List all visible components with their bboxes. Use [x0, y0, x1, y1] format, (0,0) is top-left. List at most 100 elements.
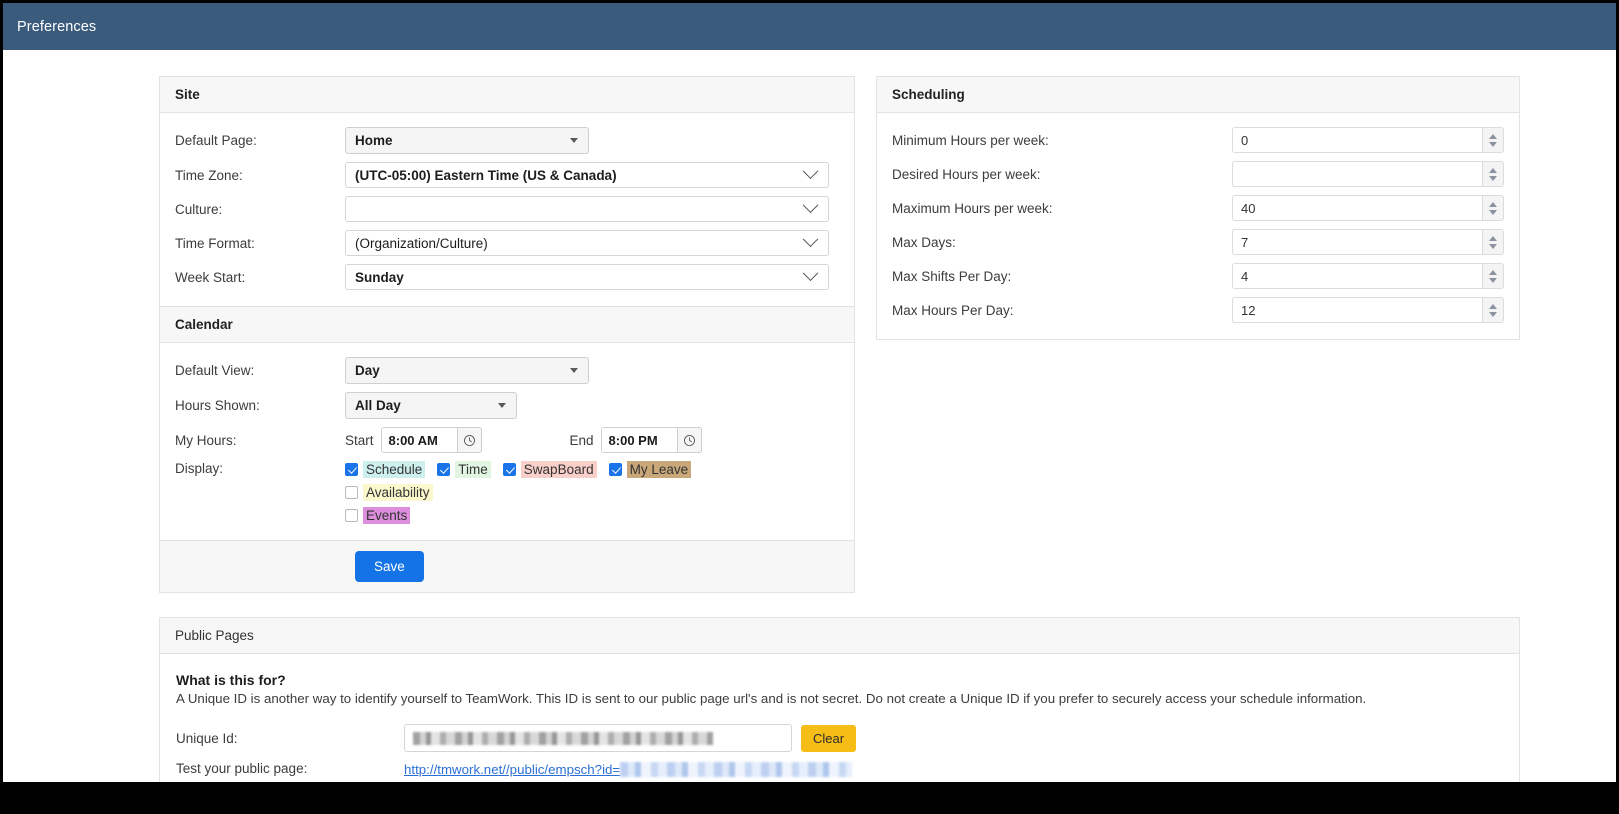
time-zone-select[interactable]: (UTC-05:00) Eastern Time (US & Canada): [345, 162, 829, 188]
display-option-availability[interactable]: Availability: [345, 484, 433, 501]
arrow-up-icon[interactable]: [1489, 235, 1497, 241]
display-option-label: Time: [455, 461, 491, 478]
redacted-unique-id: [413, 731, 713, 745]
save-button[interactable]: Save: [355, 551, 424, 582]
hours-shown-select[interactable]: All Day: [345, 392, 517, 419]
scheduling-panel-body: Minimum Hours per week: Desired Hours per…: [877, 113, 1519, 339]
hours-shown-value: All Day: [355, 398, 401, 413]
checkbox-icon[interactable]: [345, 486, 358, 499]
field-my-hours: My Hours: Start 8:00 AM End 8:00 PM: [175, 427, 839, 453]
number-stepper[interactable]: [1232, 229, 1504, 255]
unique-id-input[interactable]: [404, 724, 792, 752]
test-public-page-label: Test your public page:: [176, 761, 308, 776]
stepper-buttons[interactable]: [1482, 195, 1504, 221]
time-zone-value: (UTC-05:00) Eastern Time (US & Canada): [355, 167, 617, 183]
scheduling-input[interactable]: [1232, 297, 1482, 323]
time-format-select[interactable]: (Organization/Culture): [345, 230, 829, 256]
unique-id-label: Unique Id:: [176, 730, 238, 746]
start-time-label: Start: [345, 432, 374, 448]
stepper-buttons[interactable]: [1482, 263, 1504, 289]
scheduling-row: Max Shifts Per Day:: [892, 263, 1504, 289]
stepper-buttons[interactable]: [1482, 161, 1504, 187]
default-page-label: Default Page:: [175, 133, 257, 148]
scheduling-panel-heading: Scheduling: [877, 77, 1519, 113]
culture-select[interactable]: [345, 196, 829, 222]
default-view-select[interactable]: Day: [345, 357, 589, 384]
chevron-down-icon: [570, 138, 578, 143]
number-stepper[interactable]: [1232, 161, 1504, 187]
scheduling-label: Max Days:: [892, 234, 956, 250]
number-stepper[interactable]: [1232, 195, 1504, 221]
stepper-buttons[interactable]: [1482, 229, 1504, 255]
number-stepper[interactable]: [1232, 263, 1504, 289]
field-week-start: Week Start: Sunday: [175, 264, 839, 290]
arrow-down-icon[interactable]: [1489, 209, 1497, 215]
arrow-up-icon[interactable]: [1489, 133, 1497, 139]
clear-button[interactable]: Clear: [801, 724, 857, 752]
chevron-down-icon: [570, 368, 578, 373]
chevron-down-icon: [802, 230, 819, 247]
redacted-public-page-id: [620, 762, 853, 777]
start-time-input[interactable]: [380, 427, 457, 453]
site-panel-heading: Site: [160, 77, 854, 113]
number-stepper[interactable]: [1232, 127, 1504, 153]
arrow-up-icon[interactable]: [1489, 303, 1497, 309]
stepper-buttons[interactable]: [1482, 127, 1504, 153]
public-pages-wrap: Public Pages What is this for? A Unique …: [3, 617, 1616, 782]
display-option-events[interactable]: Events: [345, 507, 763, 524]
arrow-up-icon[interactable]: [1489, 167, 1497, 173]
scheduling-input[interactable]: [1232, 127, 1482, 153]
scheduling-row: Max Hours Per Day:: [892, 297, 1504, 323]
number-stepper[interactable]: [1232, 297, 1504, 323]
checkbox-icon[interactable]: [345, 463, 358, 476]
arrow-up-icon[interactable]: [1489, 269, 1497, 275]
left-column: Site Default Page: Home Time Zone: (UTC-…: [159, 76, 855, 593]
public-pages-heading: Public Pages: [160, 618, 1519, 654]
default-view-value: Day: [355, 363, 380, 378]
display-label: Display:: [175, 461, 224, 476]
display-option-time[interactable]: Time: [437, 461, 491, 478]
clock-icon[interactable]: [676, 427, 702, 453]
scheduling-input[interactable]: [1232, 229, 1482, 255]
my-hours-label: My Hours:: [175, 432, 237, 448]
arrow-down-icon[interactable]: [1489, 311, 1497, 317]
checkbox-icon[interactable]: [437, 463, 451, 476]
default-page-select[interactable]: Home: [345, 127, 589, 154]
field-culture: Culture:: [175, 196, 839, 222]
hours-shown-label: Hours Shown:: [175, 398, 260, 413]
time-format-value: (Organization/Culture): [355, 235, 488, 251]
display-option-swapboard[interactable]: SwapBoard: [502, 461, 597, 478]
checkbox-icon[interactable]: [502, 463, 516, 476]
default-view-label: Default View:: [175, 363, 255, 378]
arrow-down-icon[interactable]: [1489, 277, 1497, 283]
arrow-down-icon[interactable]: [1489, 243, 1497, 249]
stepper-buttons[interactable]: [1482, 297, 1504, 323]
week-start-select[interactable]: Sunday: [345, 264, 829, 290]
display-option-my-leave[interactable]: My Leave: [608, 461, 692, 478]
unique-id-row: Unique Id: Clear: [176, 724, 1503, 752]
page-body: Site Default Page: Home Time Zone: (UTC-…: [3, 50, 1616, 782]
public-page-links: http://tmwork.net//public/empsch?id= Lin…: [404, 761, 952, 782]
scheduling-input[interactable]: [1232, 161, 1482, 187]
display-option-label: Events: [363, 507, 411, 524]
display-option-label: My Leave: [626, 461, 692, 478]
arrow-down-icon[interactable]: [1489, 141, 1497, 147]
clock-icon[interactable]: [456, 427, 482, 453]
scheduling-input[interactable]: [1232, 195, 1482, 221]
arrow-up-icon[interactable]: [1489, 201, 1497, 207]
scheduling-input[interactable]: [1232, 263, 1482, 289]
display-option-schedule[interactable]: Schedule: [345, 461, 426, 478]
field-time-format: Time Format: (Organization/Culture): [175, 230, 839, 256]
field-display: Display: Schedule Time SwapBoard My Leave Av…: [175, 461, 839, 524]
checkbox-icon[interactable]: [608, 463, 622, 476]
end-time-input[interactable]: [600, 427, 677, 453]
arrow-down-icon[interactable]: [1489, 175, 1497, 181]
chevron-down-icon: [498, 403, 506, 408]
display-options: Schedule Time SwapBoard My Leave Availabilit…: [345, 461, 775, 524]
public-page-link[interactable]: http://tmwork.net//public/empsch?id=: [404, 762, 853, 777]
end-time-picker[interactable]: [600, 427, 702, 453]
start-time-picker[interactable]: [380, 427, 482, 453]
checkbox-icon[interactable]: [345, 509, 358, 522]
chevron-down-icon: [802, 162, 819, 179]
test-public-page-row: Test your public page: http://tmwork.net…: [176, 761, 1503, 782]
